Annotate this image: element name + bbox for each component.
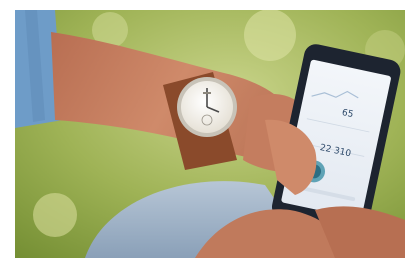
phone-readout-top: 65 (340, 108, 355, 121)
image-frame: 65 22 310 (0, 0, 405, 258)
photo-scene (15, 10, 405, 258)
lifestyle-photo: 65 22 310 (15, 10, 405, 258)
